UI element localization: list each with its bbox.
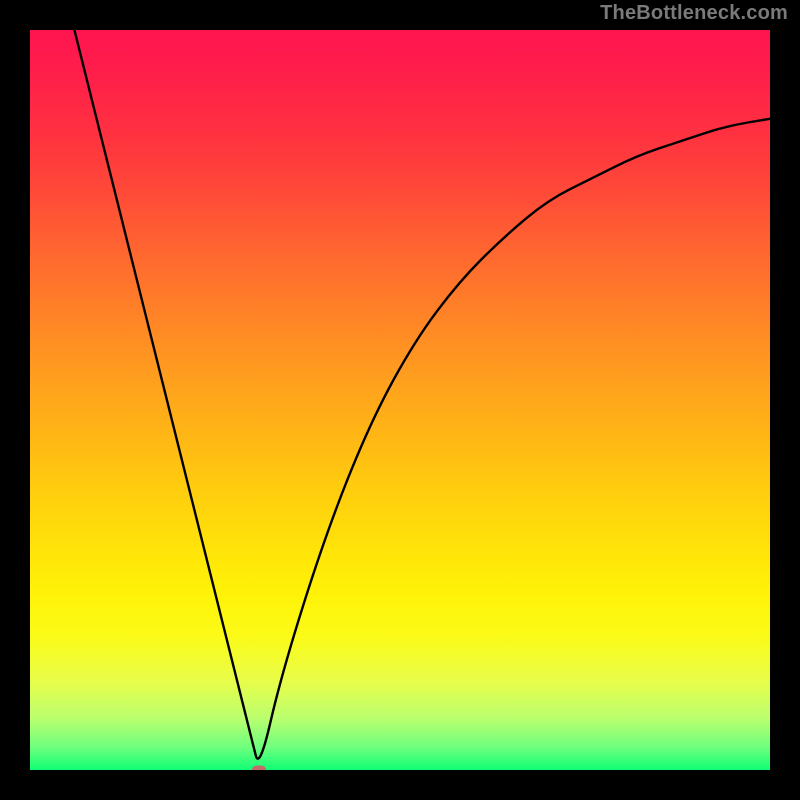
- plot-area: [30, 30, 770, 770]
- bottleneck-curve: [30, 30, 770, 770]
- chart-frame: TheBottleneck.com: [0, 0, 800, 800]
- optimal-point-marker: [252, 766, 266, 771]
- watermark-text: TheBottleneck.com: [600, 2, 788, 25]
